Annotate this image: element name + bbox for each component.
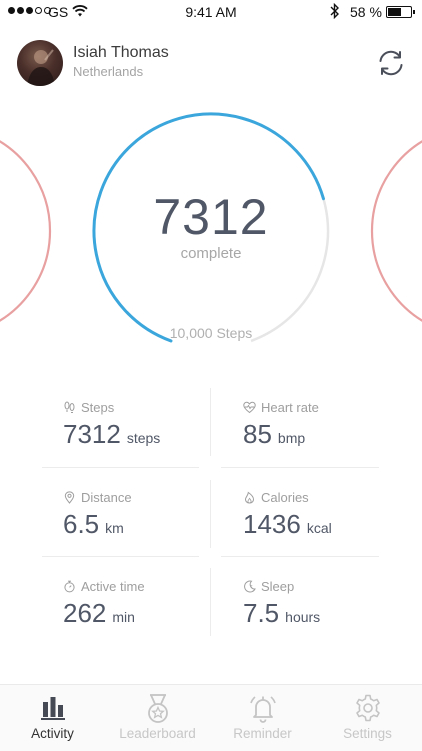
location-pin-icon [64,491,75,504]
gear-icon [355,694,380,722]
status-bar: GS 9:41 AM 58 % [0,0,422,26]
stat-heart-rate-unit: bmp [277,430,306,446]
stat-heart-rate-value: 85 [243,419,272,449]
stat-steps[interactable]: Steps 7312 steps [63,400,213,450]
tab-leaderboard-label: Leaderboard [119,726,196,741]
stat-sleep-label: Sleep [261,579,295,594]
tab-activity-label: Activity [31,726,74,741]
stat-sleep-unit: hours [285,609,321,625]
svg-text:z: z [250,583,252,588]
bluetooth-icon [330,2,340,22]
tab-settings-label: Settings [343,726,392,741]
bell-icon [249,696,276,723]
stat-calories-unit: kcal [306,520,332,536]
stat-distance[interactable]: Distance 6.5 km [63,490,213,540]
tab-reminder[interactable]: Reminder [210,685,315,751]
sync-icon[interactable] [376,48,406,78]
stat-heart-rate[interactable]: Heart rate 85 bmp [243,400,393,450]
tab-activity[interactable]: Activity [0,685,105,751]
stopwatch-icon [64,580,75,593]
steps-status: complete [180,245,242,262]
stat-steps-label: Steps [81,400,115,415]
stat-steps-value: 7312 [63,419,121,449]
battery-percent: 58 % [350,4,382,20]
stat-distance-value: 6.5 [63,509,100,539]
tab-reminder-label: Reminder [233,726,292,741]
flame-icon [244,491,255,504]
stat-calories[interactable]: Calories 1436 kcal [243,490,393,540]
medal-icon [147,694,168,723]
stat-steps-unit: steps [126,430,161,446]
tab-bar: Activity Leaderboard Reminder Settings [0,684,422,751]
stat-calories-value: 1436 [243,509,301,539]
stat-sleep[interactable]: z Sleep 7.5 hours [243,579,393,629]
stat-active-time-label: Active time [81,579,145,594]
stat-distance-label: Distance [81,490,132,505]
steps-count: 7312 [153,189,269,245]
stat-active-time-unit: min [112,609,135,625]
stat-active-time-value: 262 [63,598,107,628]
stat-calories-label: Calories [261,490,309,505]
tab-settings[interactable]: Settings [315,685,420,751]
profile-name: Isiah Thomas [73,44,169,61]
stat-sleep-value: 7.5 [243,598,280,628]
heart-rate-icon [243,401,256,414]
stat-distance-unit: km [105,520,124,536]
footprints-icon [64,401,75,413]
moon-icon: z [244,580,256,593]
tab-leaderboard[interactable]: Leaderboard [105,685,210,751]
bar-chart-icon [40,697,65,720]
steps-goal: 10,000 Steps [169,325,253,341]
avatar[interactable] [17,40,63,86]
stat-active-time[interactable]: Active time 262 min [63,579,213,629]
battery-icon [386,6,412,18]
profile-country: Netherlands [73,64,144,79]
stat-heart-rate-label: Heart rate [261,400,319,415]
